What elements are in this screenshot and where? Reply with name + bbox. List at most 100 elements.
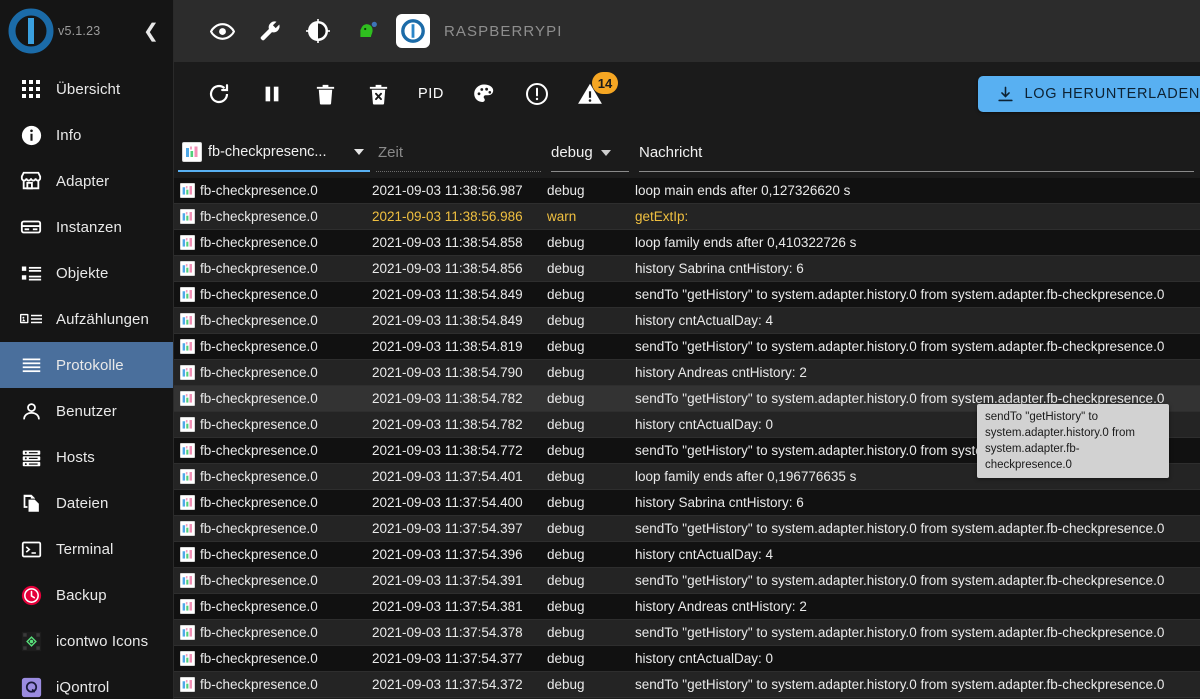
table-row[interactable]: fb-checkpresence.02021-09-03 11:37:54.38… bbox=[174, 594, 1200, 620]
adapter-icon bbox=[180, 625, 195, 640]
source-filter-value: fb-checkpresenc... bbox=[208, 144, 348, 160]
sidebar-header: v5.1.23 ❮ bbox=[0, 0, 173, 62]
eye-icon[interactable] bbox=[198, 7, 246, 55]
trash-x-icon[interactable] bbox=[355, 71, 401, 117]
version-label: v5.1.23 bbox=[58, 24, 100, 38]
warning-count-badge: 14 bbox=[592, 72, 618, 94]
backup-icon bbox=[20, 584, 42, 606]
sidebar-item-label: Übersicht bbox=[56, 81, 120, 98]
row-source-cell: fb-checkpresence.0 bbox=[174, 313, 366, 328]
table-row[interactable]: fb-checkpresence.02021-09-03 11:38:54.81… bbox=[174, 334, 1200, 360]
table-row[interactable]: fb-checkpresence.02021-09-03 11:37:54.37… bbox=[174, 646, 1200, 672]
adapter-icon bbox=[180, 235, 195, 250]
row-time-cell: 2021-09-03 11:38:56.987 bbox=[372, 183, 537, 198]
table-row[interactable]: fb-checkpresence.0 2021-09-03 11:38:54.84… bbox=[174, 308, 1200, 334]
sidebar-item-info[interactable]: Info bbox=[0, 112, 173, 158]
table-row[interactable]: fb-checkpresence.02021-09-03 11:38:54.85… bbox=[174, 230, 1200, 256]
log-toolbar: PID 14 LOG HERUNTERLADEN bbox=[174, 62, 1200, 126]
row-message-cell: history Sabrina cntHistory: 6 bbox=[635, 261, 1200, 276]
message-tooltip: sendTo "getHistory" to system.adapter.hi… bbox=[977, 404, 1169, 478]
row-severity-cell: debug bbox=[547, 339, 625, 354]
sidebar-item-protokolle[interactable]: Protokolle bbox=[0, 342, 173, 388]
table-row[interactable]: fb-checkpresence.0 2021-09-03 11:38:56.98… bbox=[174, 178, 1200, 204]
error-circle-icon[interactable] bbox=[514, 71, 560, 117]
adapter-icon bbox=[180, 547, 195, 562]
enums-icon bbox=[20, 308, 42, 330]
row-source-label: fb-checkpresence.0 bbox=[200, 573, 318, 588]
table-row[interactable]: fb-checkpresence.02021-09-03 11:37:54.37… bbox=[174, 672, 1200, 698]
severity-filter-select[interactable]: debug bbox=[551, 134, 629, 172]
row-time-cell: 2021-09-03 11:38:54.772 bbox=[372, 443, 537, 458]
sidebar-item-uebersicht[interactable]: Übersicht bbox=[0, 66, 173, 112]
sidebar-item-label: Instanzen bbox=[56, 219, 122, 236]
source-filter-select[interactable]: fb-checkpresenc... bbox=[178, 134, 370, 172]
row-message-cell: sendTo "getHistory" to system.adapter.hi… bbox=[635, 287, 1200, 302]
row-severity-cell: warn bbox=[547, 209, 625, 224]
row-severity-cell: debug bbox=[547, 313, 625, 328]
table-row[interactable]: fb-checkpresence.02021-09-03 11:37:54.39… bbox=[174, 542, 1200, 568]
row-message-cell: sendTo "getHistory" to system.adapter.hi… bbox=[635, 573, 1200, 588]
sidebar-item-dateien[interactable]: Dateien bbox=[0, 480, 173, 526]
table-row[interactable]: fb-checkpresence.02021-09-03 11:38:54.79… bbox=[174, 360, 1200, 386]
sidebar-item-instanzen[interactable]: Instanzen bbox=[0, 204, 173, 250]
wrench-icon[interactable] bbox=[246, 7, 294, 55]
row-source-label: fb-checkpresence.0 bbox=[200, 365, 318, 380]
gnome-user-icon[interactable] bbox=[342, 7, 390, 55]
adapter-icon bbox=[180, 313, 195, 328]
row-source-label: fb-checkpresence.0 bbox=[200, 677, 318, 692]
sidebar-item-hosts[interactable]: Hosts bbox=[0, 434, 173, 480]
time-filter-input[interactable]: Zeit bbox=[376, 134, 541, 172]
sidebar-item-adapter[interactable]: Adapter bbox=[0, 158, 173, 204]
sidebar-collapse-button[interactable]: ❮ bbox=[139, 22, 163, 41]
table-row[interactable]: fb-checkpresence.02021-09-03 11:37:54.40… bbox=[174, 490, 1200, 516]
icontwo-icon bbox=[20, 630, 42, 652]
row-source-cell: fb-checkpresence.0 bbox=[174, 521, 366, 536]
row-time-cell: 2021-09-03 11:38:54.819 bbox=[372, 339, 537, 354]
row-severity-cell: debug bbox=[547, 261, 625, 276]
pid-button[interactable]: PID bbox=[408, 71, 454, 117]
pause-icon[interactable] bbox=[249, 71, 295, 117]
iobroker-logo-icon bbox=[8, 8, 54, 54]
sidebar-item-label: Backup bbox=[56, 587, 107, 604]
host-name-label: RASPBERRYPI bbox=[444, 23, 563, 40]
adapter-icon bbox=[180, 495, 195, 510]
table-row[interactable]: fb-checkpresence.02021-09-03 11:37:54.39… bbox=[174, 568, 1200, 594]
row-source-label: fb-checkpresence.0 bbox=[200, 183, 318, 198]
trash-icon[interactable] bbox=[302, 71, 348, 117]
row-severity-cell: debug bbox=[547, 677, 625, 692]
adapter-icon bbox=[180, 573, 195, 588]
row-message-cell: history Sabrina cntHistory: 6 bbox=[635, 495, 1200, 510]
row-message-cell: history cntActualDay: 0 bbox=[635, 651, 1200, 666]
sidebar-item-aufzaehlungen[interactable]: Aufzählungen bbox=[0, 296, 173, 342]
row-time-cell: 2021-09-03 11:37:54.381 bbox=[372, 599, 537, 614]
sidebar-item-backup[interactable]: Backup bbox=[0, 572, 173, 618]
sidebar: v5.1.23 ❮ Übersicht Info Adapter Instanz… bbox=[0, 0, 174, 699]
message-filter-input[interactable]: Nachricht bbox=[639, 134, 1194, 172]
table-row[interactable]: fb-checkpresence.0 2021-09-03 11:37:54.39… bbox=[174, 516, 1200, 542]
palette-icon[interactable] bbox=[461, 71, 507, 117]
adapter-icon bbox=[182, 142, 202, 162]
chevron-down-icon bbox=[354, 149, 364, 155]
table-row[interactable]: fb-checkpresence.02021-09-03 11:38:54.84… bbox=[174, 282, 1200, 308]
contrast-icon[interactable] bbox=[294, 7, 342, 55]
sidebar-item-icontwo-icons[interactable]: icontwo Icons bbox=[0, 618, 173, 664]
sidebar-item-terminal[interactable]: Terminal bbox=[0, 526, 173, 572]
sidebar-item-benutzer[interactable]: Benutzer bbox=[0, 388, 173, 434]
download-log-button[interactable]: LOG HERUNTERLADEN bbox=[978, 76, 1200, 112]
adapter-icon bbox=[180, 365, 195, 380]
row-severity-cell: debug bbox=[547, 469, 625, 484]
sidebar-item-objekte[interactable]: Objekte bbox=[0, 250, 173, 296]
refresh-icon[interactable] bbox=[196, 71, 242, 117]
row-message-cell: loop family ends after 0,410322726 s bbox=[635, 235, 1200, 250]
row-severity-cell: debug bbox=[547, 365, 625, 380]
row-severity-cell: debug bbox=[547, 183, 625, 198]
table-row[interactable]: fb-checkpresence.02021-09-03 11:37:54.37… bbox=[174, 620, 1200, 646]
warning-triangle-icon[interactable]: 14 bbox=[567, 71, 613, 117]
row-time-cell: 2021-09-03 11:37:54.397 bbox=[372, 521, 537, 536]
table-row[interactable]: fb-checkpresence.02021-09-03 11:38:54.85… bbox=[174, 256, 1200, 282]
row-source-cell: fb-checkpresence.0 bbox=[174, 547, 366, 562]
row-source-label: fb-checkpresence.0 bbox=[200, 625, 318, 640]
sidebar-item-iqontrol[interactable]: iQontrol bbox=[0, 664, 173, 699]
table-row[interactable]: fb-checkpresence.02021-09-03 11:38:56.98… bbox=[174, 204, 1200, 230]
row-time-cell: 2021-09-03 11:38:54.849 bbox=[372, 313, 537, 328]
